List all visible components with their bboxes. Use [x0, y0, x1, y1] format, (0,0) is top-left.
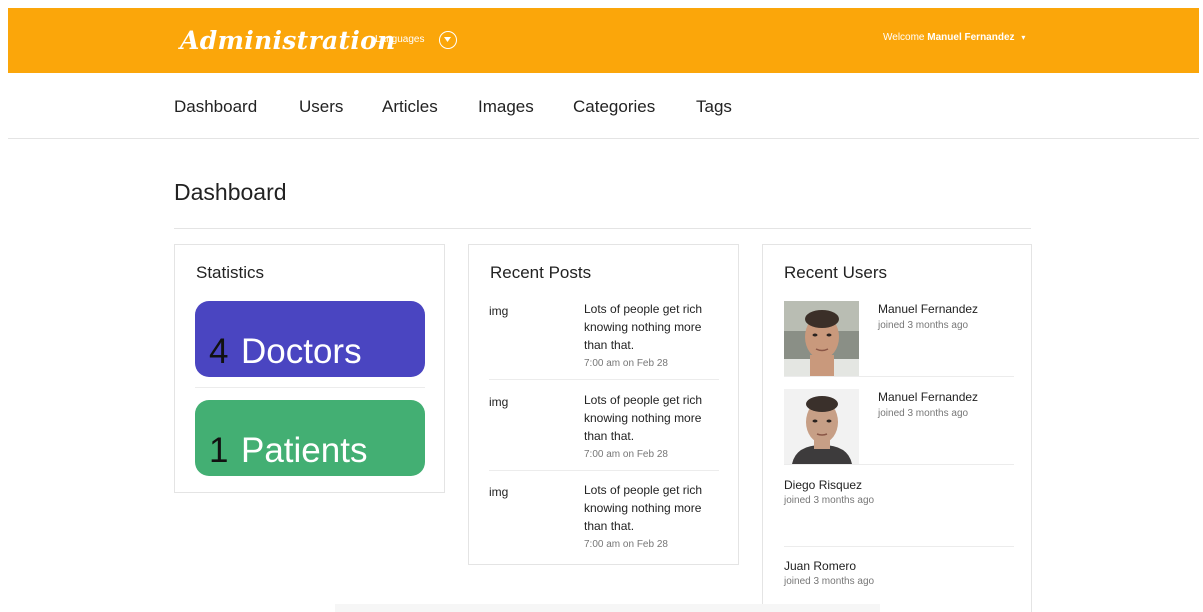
- user-name[interactable]: Manuel Fernandez: [878, 302, 978, 316]
- post-item[interactable]: img Lots of people get rich knowing noth…: [489, 300, 719, 370]
- nav-item-dashboard[interactable]: Dashboard: [174, 97, 257, 117]
- post-excerpt: Lots of people get rich knowing nothing …: [584, 483, 703, 533]
- doctors-label: Doctors: [241, 332, 362, 371]
- nav-item-articles[interactable]: Articles: [382, 97, 438, 117]
- nav-item-tags[interactable]: Tags: [696, 97, 732, 117]
- caret-down-icon: [444, 37, 451, 42]
- nav-item-images[interactable]: Images: [478, 97, 534, 117]
- stat-divider: [195, 387, 425, 388]
- welcome-user-name: Manuel Fernandez: [927, 32, 1015, 43]
- recent-posts-panel: Recent Posts img Lots of people get rich…: [468, 244, 739, 565]
- recent-users-panel: Recent Users Manuel Fernandez joined 3 m…: [762, 244, 1032, 612]
- recent-users-title: Recent Users: [784, 263, 887, 282]
- welcome-text: Welcome: [883, 32, 925, 43]
- user-avatar-photo[interactable]: [784, 389, 859, 464]
- recent-posts-title: Recent Posts: [490, 263, 592, 282]
- user-joined: joined 3 months ago: [784, 495, 875, 506]
- post-time: 7:00 am on Feb 28: [584, 358, 668, 369]
- patients-stat-card[interactable]: 1 Patients: [195, 400, 425, 476]
- user-name[interactable]: Diego Risquez: [784, 478, 862, 492]
- title-divider: [174, 228, 1031, 229]
- languages-label[interactable]: Languages: [375, 34, 425, 45]
- top-header-bar: Administration Languages Welcome Manuel …: [8, 8, 1199, 73]
- statistics-panel: Statistics 4 Doctors 1 Patients: [174, 244, 445, 493]
- post-divider: [489, 379, 719, 380]
- post-item[interactable]: img Lots of people get rich knowing noth…: [489, 481, 719, 551]
- user-divider: [784, 464, 1014, 465]
- post-excerpt: Lots of people get rich knowing nothing …: [584, 302, 703, 352]
- caret-down-icon: ▾: [1021, 33, 1026, 42]
- user-divider: [784, 376, 1014, 377]
- post-excerpt: Lots of people get rich knowing nothing …: [584, 393, 703, 443]
- brand-logo[interactable]: Administration: [180, 26, 396, 55]
- user-joined: joined 3 months ago: [878, 408, 969, 419]
- doctors-count: 4: [209, 332, 229, 371]
- page-title: Dashboard: [174, 179, 287, 205]
- post-image-placeholder: img: [489, 485, 509, 499]
- post-time: 7:00 am on Feb 28: [584, 449, 668, 460]
- languages-dropdown-button[interactable]: [439, 31, 457, 49]
- patients-count: 1: [209, 431, 229, 470]
- doctors-stat-card[interactable]: 4 Doctors: [195, 301, 425, 377]
- footer-strip: [335, 604, 880, 612]
- nav-item-users[interactable]: Users: [299, 97, 343, 117]
- user-name[interactable]: Manuel Fernandez: [878, 390, 978, 404]
- avatar: [784, 389, 859, 464]
- statistics-title: Statistics: [196, 263, 265, 282]
- user-divider: [784, 546, 1014, 547]
- main-nav: Dashboard Users Articles Images Categori…: [8, 73, 1199, 139]
- post-image-placeholder: img: [489, 395, 509, 409]
- avatar: [784, 301, 859, 376]
- user-joined: joined 3 months ago: [878, 320, 969, 331]
- patients-label: Patients: [241, 431, 368, 470]
- post-item[interactable]: img Lots of people get rich knowing noth…: [489, 391, 719, 461]
- user-avatar-photo[interactable]: [784, 301, 859, 376]
- post-time: 7:00 am on Feb 28: [584, 539, 668, 550]
- user-name[interactable]: Juan Romero: [784, 559, 856, 573]
- post-divider: [489, 470, 719, 471]
- user-joined: joined 3 months ago: [784, 576, 875, 587]
- post-image-placeholder: img: [489, 304, 509, 318]
- nav-item-categories[interactable]: Categories: [573, 97, 655, 117]
- user-menu[interactable]: Welcome Manuel Fernandez ▾: [883, 32, 1025, 43]
